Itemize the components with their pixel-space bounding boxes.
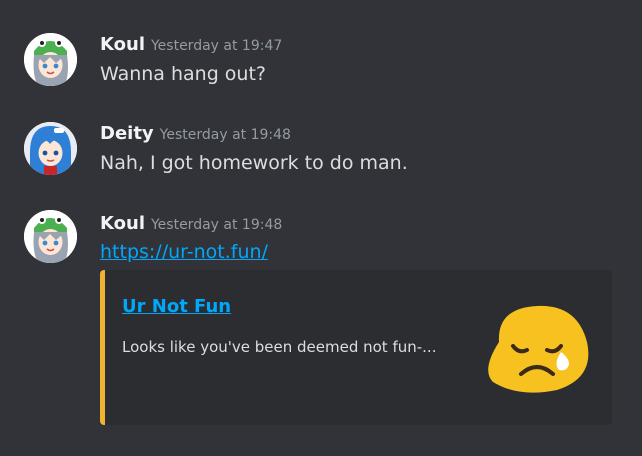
timestamp: Yesterday at 19:48 (150, 217, 283, 233)
chat-messages: Koul Yesterday at 19:47 Wanna hang out? D… (0, 0, 642, 456)
username[interactable]: Koul (100, 213, 145, 234)
message-text: Wanna hang out? (100, 63, 267, 85)
message-link-line: https://ur-not.fun/ (100, 240, 268, 264)
frog-hat-avatar-icon[interactable] (24, 210, 77, 263)
link-embed: Ur Not Fun Looks like you've been deemed… (100, 270, 612, 425)
message-text: Nah, I got homework to do man. (100, 152, 408, 174)
message-link[interactable]: https://ur-not.fun/ (100, 241, 268, 263)
sad-tear-face-icon[interactable] (479, 302, 595, 394)
blue-hair-avatar-icon[interactable] (24, 122, 77, 175)
timestamp: Yesterday at 19:48 (159, 127, 291, 143)
username[interactable]: Koul (100, 34, 145, 55)
frog-hat-avatar-icon[interactable] (24, 33, 77, 86)
timestamp: Yesterday at 19:47 (150, 38, 283, 54)
username[interactable]: Deity (100, 123, 154, 144)
embed-description: Looks like you've been deemed not fun-..… (122, 338, 437, 356)
embed-title-link[interactable]: Ur Not Fun (122, 296, 231, 317)
